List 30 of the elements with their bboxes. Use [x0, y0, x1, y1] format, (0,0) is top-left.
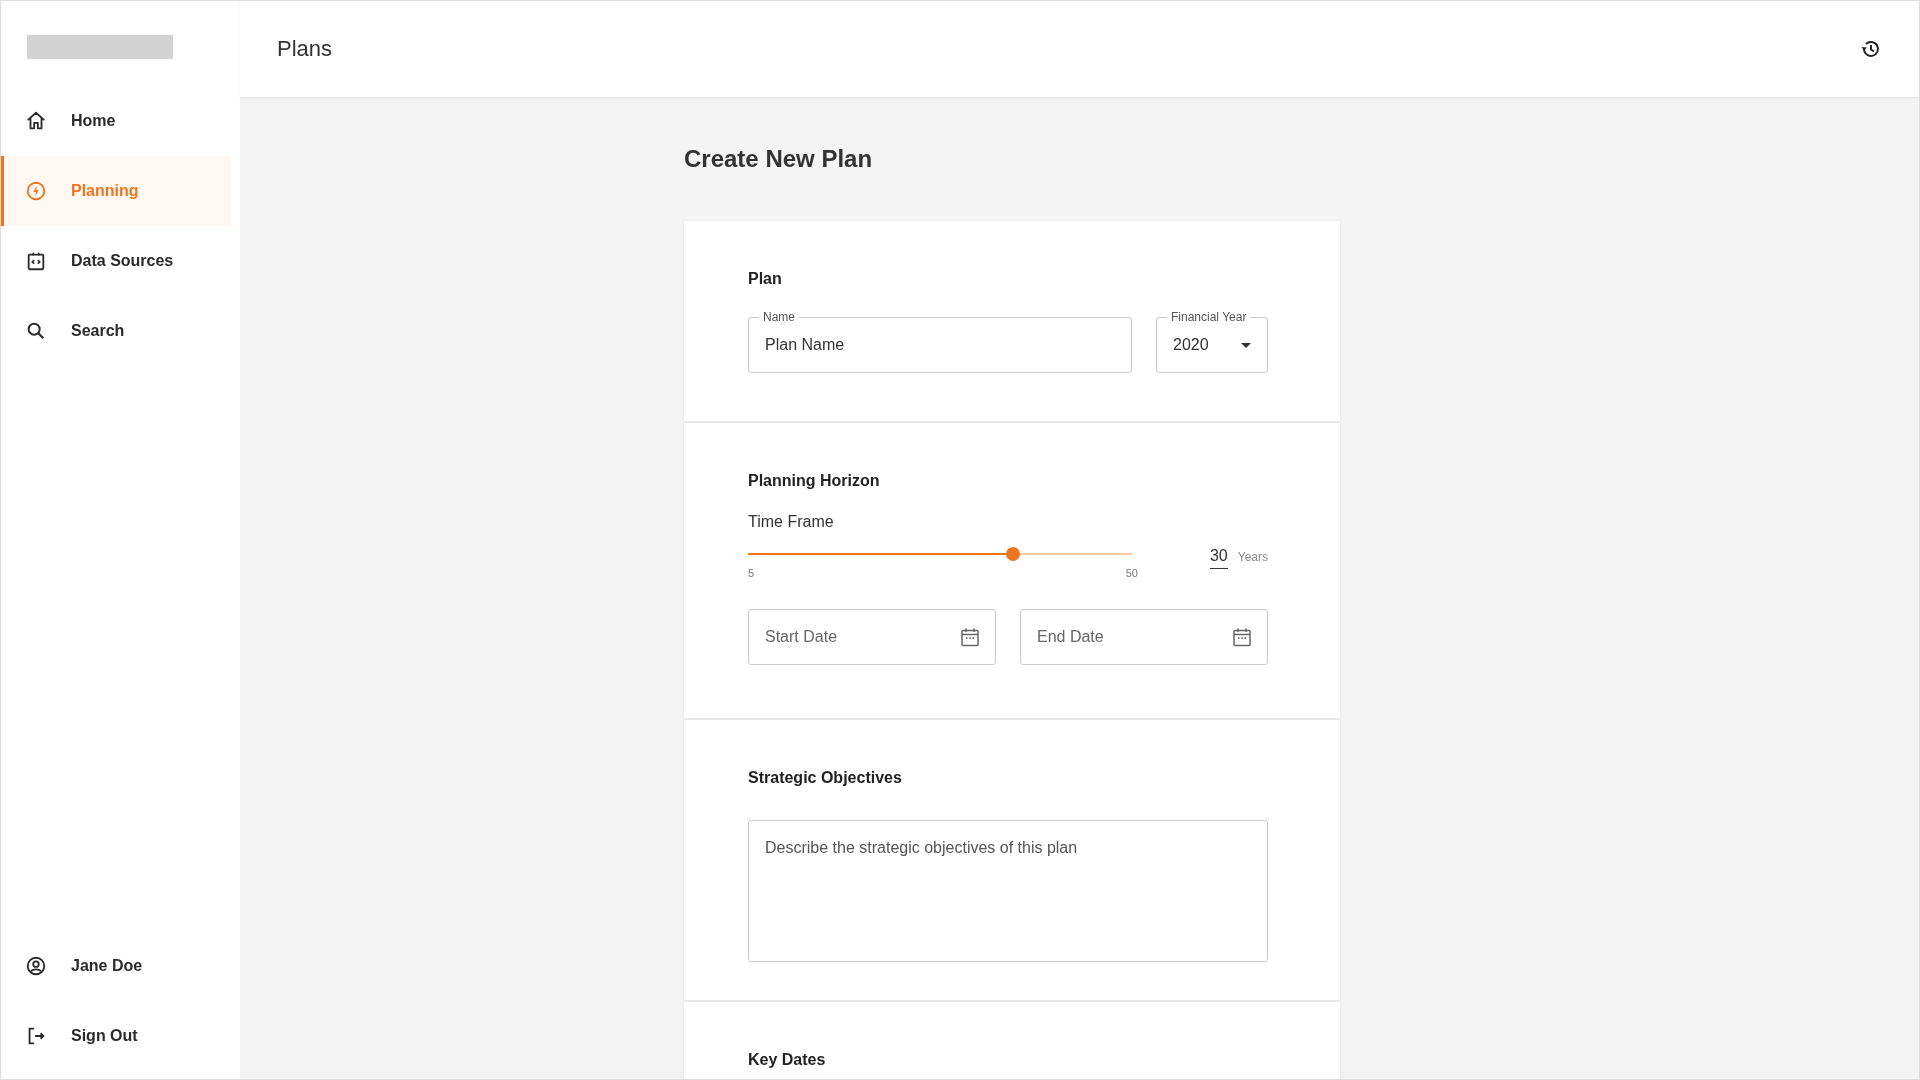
start-date-field[interactable]: Start Date [748, 609, 996, 665]
section-heading: Key Dates [748, 1050, 827, 1070]
slider-min-label: 5 [748, 567, 755, 579]
section-heading: Plan [748, 269, 783, 289]
objectives-textarea[interactable]: Describe the strategic objectives of this plan [748, 820, 1268, 962]
sidebar-item[interactable]: Sign Out [1, 1001, 231, 1071]
field-label: Name [759, 310, 799, 324]
slider-thumb[interactable] [1005, 547, 1020, 561]
slider-max-label: 50 [1125, 567, 1138, 579]
slider-label: Time Frame [748, 513, 835, 531]
section-heading: Strategic Objectives [748, 768, 903, 788]
sidebar-item[interactable]: Data Sources [1, 226, 231, 296]
calendar-icon[interactable] [960, 627, 980, 647]
years-value-field[interactable]: 30 [1209, 547, 1228, 569]
caret-icon [1241, 342, 1251, 348]
search-icon [25, 320, 47, 342]
calendar-icon[interactable] [1232, 627, 1252, 647]
end-date-field[interactable]: End Date [1020, 609, 1268, 665]
sidebar-item[interactable]: Home [1, 86, 231, 156]
home-icon [25, 110, 47, 132]
sidebar-item[interactable]: Jane Doe [1, 931, 231, 1001]
sidebar-item[interactable]: Search [1, 296, 231, 366]
lightning-icon [25, 180, 47, 202]
field-label: Financial Year [1167, 310, 1251, 324]
user-icon [25, 955, 47, 977]
form-title: Create New Plan [684, 144, 874, 174]
code-clipboard-icon [25, 250, 47, 272]
section-heading: Planning Horizon [748, 471, 881, 491]
years-unit: Years [1237, 550, 1268, 564]
page-title: Plans [277, 36, 333, 62]
